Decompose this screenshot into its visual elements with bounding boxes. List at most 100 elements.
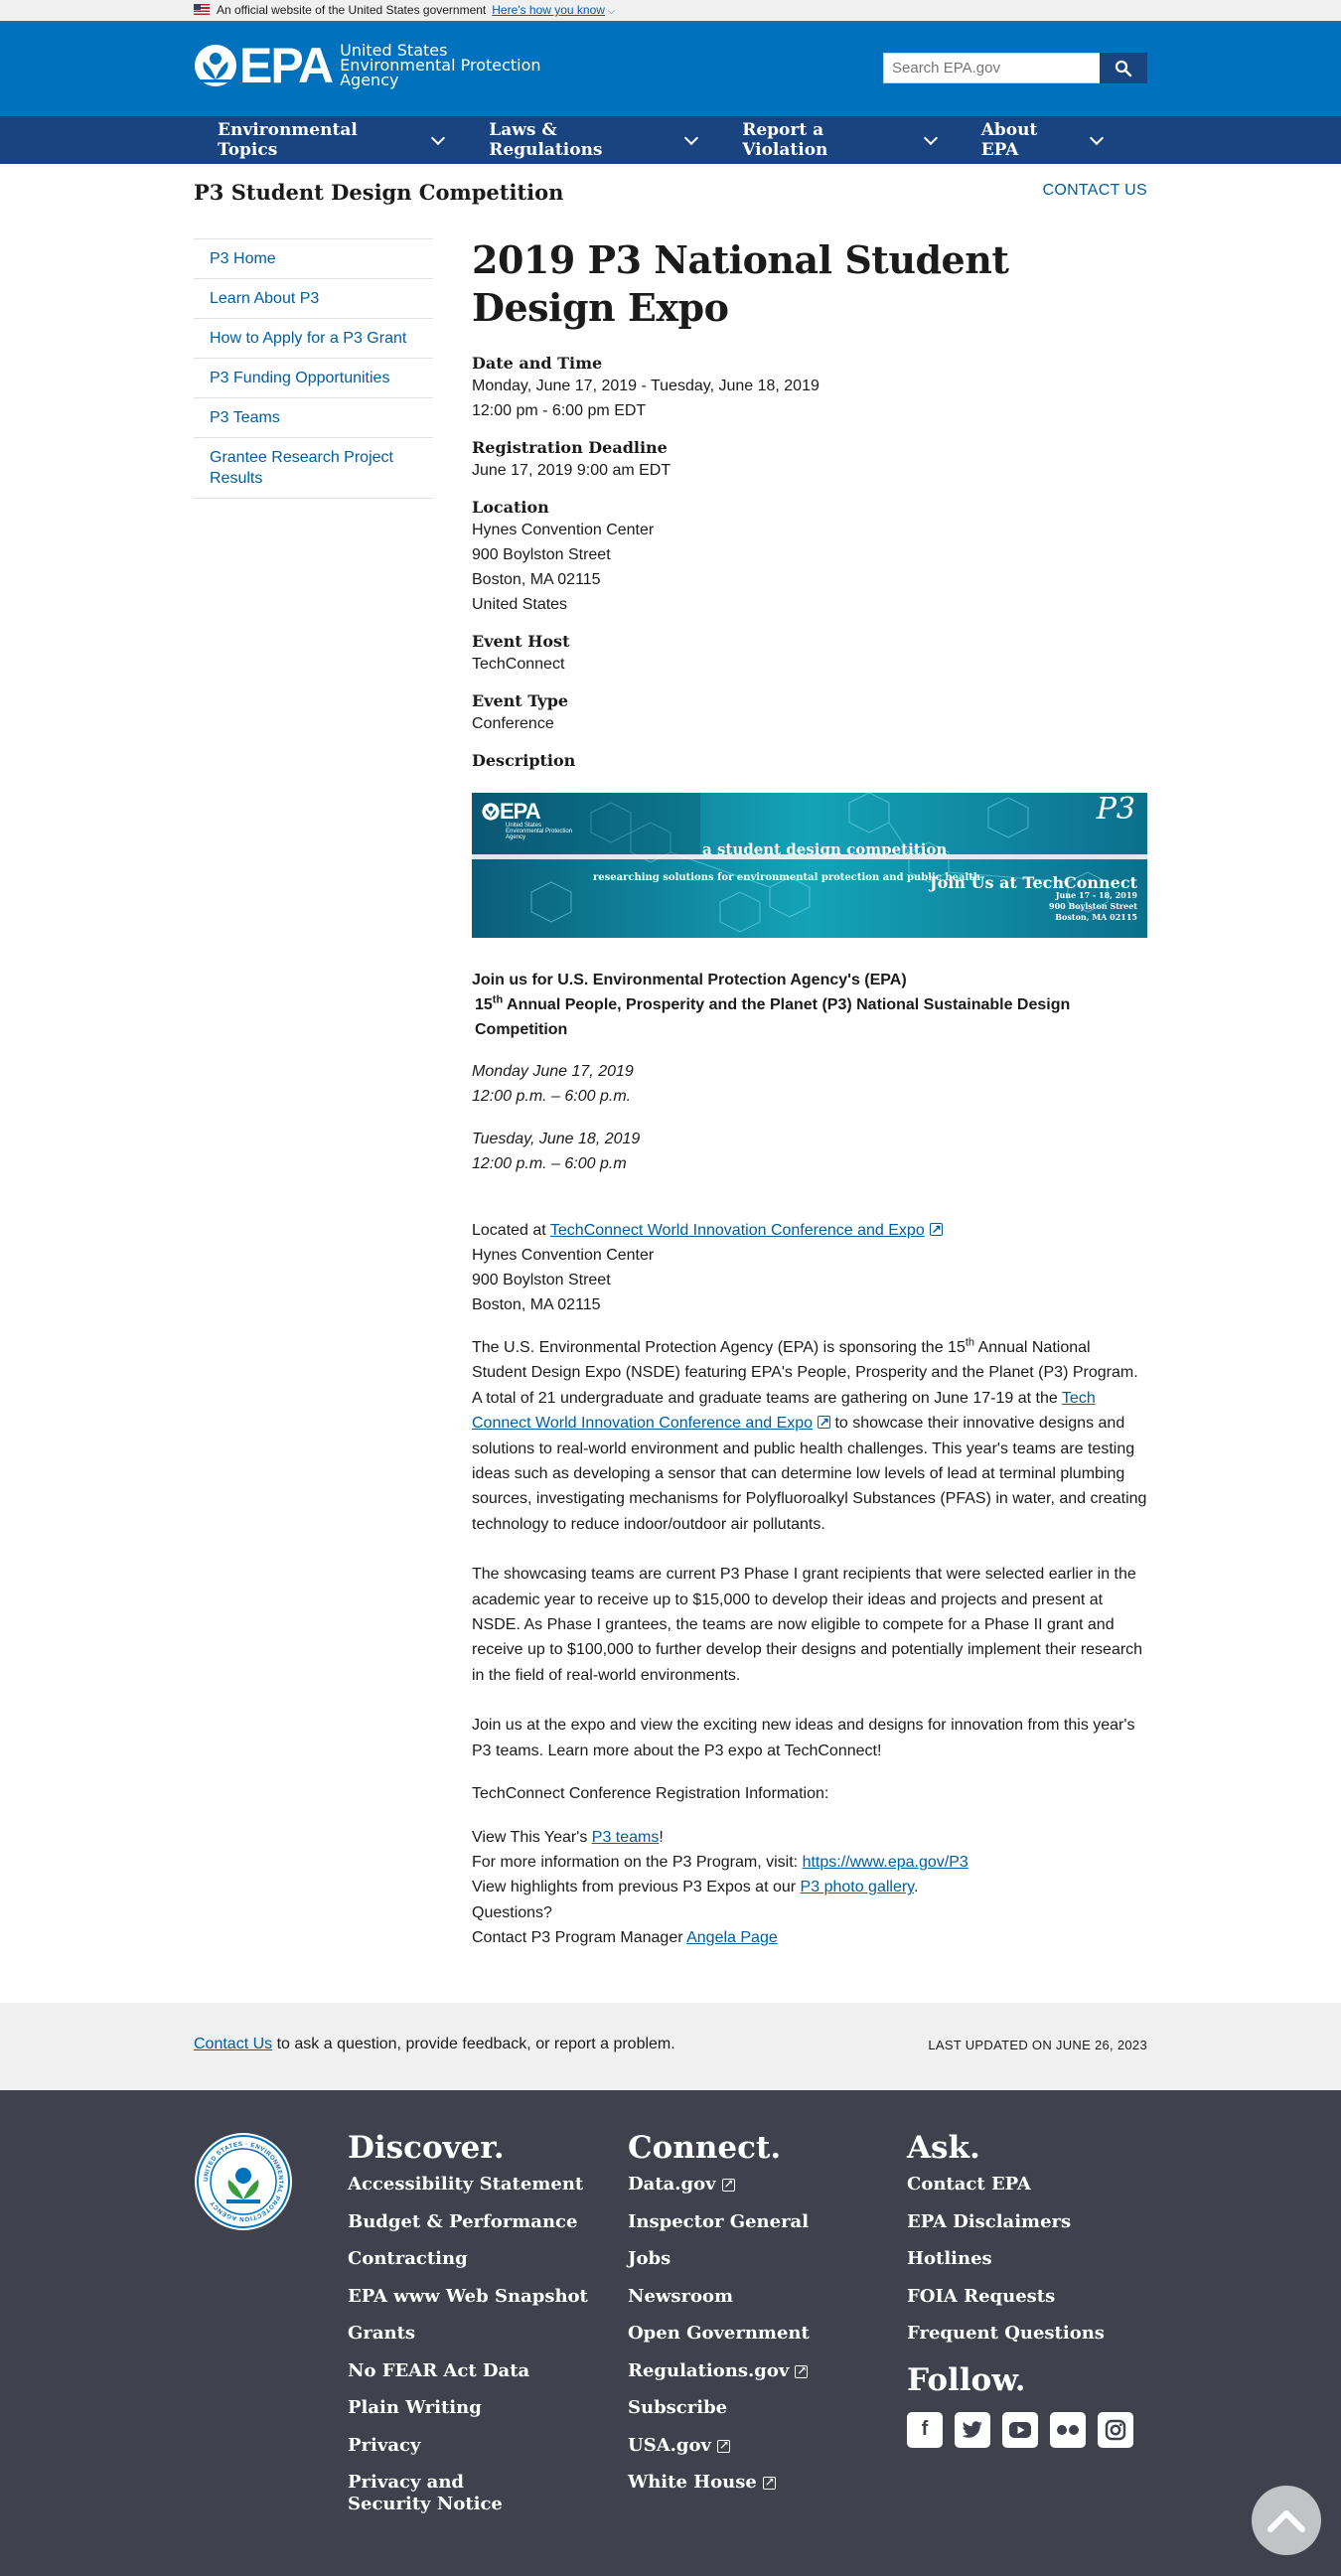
venue-line: Hynes Convention Center (472, 1247, 655, 1264)
link-suffix: ! (659, 1828, 664, 1846)
link-prefix: View This Year's (472, 1828, 592, 1846)
footer-link-white-house[interactable]: White House (628, 2471, 810, 2494)
footer-link-label: Hotlines (907, 2248, 992, 2269)
sidebar-item-p3-teams[interactable]: P3 Teams (194, 397, 433, 437)
footer-link-hotlines[interactable]: Hotlines (907, 2248, 1145, 2270)
sidebar-item-learn-about-p3[interactable]: Learn About P3 (194, 278, 433, 318)
epa-flower-icon (482, 802, 500, 821)
sidebar-item-funding-opportunities[interactable]: P3 Funding Opportunities (194, 358, 433, 397)
footer-link-budget[interactable]: Budget & Performance (348, 2211, 588, 2233)
footer-link-label: EPA www Web Snapshot (348, 2285, 588, 2307)
footer-link-faq[interactable]: Frequent Questions (907, 2323, 1145, 2345)
footer-link-datagov[interactable]: Data.gov (628, 2173, 810, 2196)
external-link-icon (818, 1410, 831, 1436)
footer-link-label: Subscribe (628, 2397, 728, 2418)
schedule-day1: Monday June 17, 2019 12:00 p.m. – 6:00 p… (472, 1059, 1147, 1109)
footer-link-contracting[interactable]: Contracting (348, 2248, 588, 2270)
host-label: Event Host (472, 632, 570, 651)
flickr-icon[interactable] (1050, 2411, 1086, 2448)
para-text: The U.S. Environmental Protection Agency… (472, 1339, 966, 1356)
registration-value: June 17, 2019 9:00 am EDT (472, 462, 671, 479)
program-manager-link[interactable]: Angela Page (686, 1929, 778, 1946)
footer-link-label: Budget & Performance (348, 2210, 578, 2232)
twitter-icon[interactable] (955, 2411, 990, 2448)
banner-logo-text: EPA (500, 799, 541, 824)
footer-link-label: Contact EPA (907, 2174, 1031, 2195)
discover-heading: Discover. (348, 2130, 505, 2166)
sidebar-nav: P3 Home Learn About P3 How to Apply for … (194, 238, 433, 499)
event-location: Location Hynes Convention Center 900 Boy… (472, 498, 1147, 617)
venue-line: Boston, MA 02115 (472, 1296, 601, 1313)
follow-heading: Follow. (907, 2361, 1026, 2398)
footer-link-subscribe[interactable]: Subscribe (628, 2397, 810, 2419)
footer-link-regulations[interactable]: Regulations.gov (628, 2359, 810, 2382)
footer-link-usagov[interactable]: USA.gov (628, 2434, 810, 2457)
footer-link-contact-epa[interactable]: Contact EPA (907, 2174, 1145, 2196)
p3-teams-link[interactable]: P3 teams (592, 1829, 660, 1846)
external-link-icon (762, 2471, 776, 2493)
day2-time: 12:00 p.m. – 6:00 p.m (472, 1155, 627, 1172)
footer-link-plain-writing[interactable]: Plain Writing (348, 2397, 588, 2419)
intro-line: Join us for U.S. Environmental Protectio… (472, 972, 907, 988)
footer-contact-link[interactable]: Contact Us (194, 2036, 272, 2052)
ask-heading: Ask. (907, 2130, 980, 2166)
instagram-icon[interactable] (1098, 2411, 1133, 2448)
footer-link-open-government[interactable]: Open Government (628, 2323, 810, 2345)
footer-discover: Discover. Accessibility Statement Budget… (348, 2128, 588, 2531)
paragraph-teams: The showcasing teams are current P3 Phas… (472, 1566, 1143, 1684)
sidebar-item-grantee-results[interactable]: Grantee Research Project Results (194, 437, 433, 499)
footer-link-disclaimers[interactable]: EPA Disclaimers (907, 2211, 1145, 2233)
para-text: to showcase their innovative designs and… (472, 1415, 1147, 1533)
photo-gallery-link[interactable]: P3 photo gallery (801, 1879, 914, 1895)
registration-label: Registration Deadline (472, 438, 668, 457)
p3-program-link[interactable]: https://www.epa.gov/P3 (803, 1854, 968, 1871)
footer-link-inspector-general[interactable]: Inspector General (628, 2211, 810, 2233)
banner-dates: June 17 - 18, 2019 (1055, 890, 1137, 900)
footer-link-label: Plain Writing (348, 2397, 482, 2418)
footer-link-grants[interactable]: Grants (348, 2323, 588, 2345)
intro-text: Join us for U.S. Environmental Protectio… (472, 968, 1147, 1042)
chevron-up-icon (1267, 2510, 1305, 2532)
facebook-icon[interactable]: f (907, 2411, 943, 2448)
event-date: Date and Time Monday, June 17, 2019 - Tu… (472, 354, 1147, 423)
footer-link-web-snapshot[interactable]: EPA www Web Snapshot (348, 2286, 588, 2308)
footer-link-no-fear[interactable]: No FEAR Act Data (348, 2360, 588, 2382)
external-link-icon (721, 2173, 735, 2195)
banner-street: 900 Boylston Street (1049, 901, 1137, 911)
date-label: Date and Time (472, 354, 603, 373)
links-list: View This Year's P3 teams! For more info… (472, 1825, 1147, 1951)
banner-p3-logo: P3 (1096, 793, 1135, 827)
footer-link-label: Inspector General (628, 2210, 810, 2232)
external-link-icon (929, 1217, 943, 1242)
location-label: Location (472, 498, 549, 517)
intro-line: Annual People, Prosperity and the Planet… (475, 996, 1071, 1038)
sidebar-item-p3-home[interactable]: P3 Home (194, 238, 433, 278)
footer-ask: Ask. Contact EPA EPA Disclaimers Hotline… (907, 2128, 1145, 2448)
external-link-icon (716, 2434, 730, 2456)
day2-date: Tuesday, June 18, 2019 (472, 1131, 641, 1147)
back-to-top-button[interactable] (1252, 2486, 1321, 2555)
footer-link-label: Contracting (348, 2248, 468, 2269)
intro-number: 15 (475, 996, 493, 1013)
footer-link-newsroom[interactable]: Newsroom (628, 2286, 810, 2308)
footer-link-label: FOIA Requests (907, 2285, 1056, 2307)
location-line: United States (472, 596, 568, 613)
paragraph-sponsorship: The U.S. Environmental Protection Agency… (472, 1335, 1147, 1537)
footer-link-jobs[interactable]: Jobs (628, 2248, 810, 2270)
footer-link-label: Regulations.gov (628, 2359, 790, 2381)
sidebar-item-how-to-apply[interactable]: How to Apply for a P3 Grant (194, 318, 433, 358)
date-value: Monday, June 17, 2019 - Tuesday, June 18… (472, 378, 820, 394)
footer-link-privacy[interactable]: Privacy (348, 2435, 588, 2457)
type-label: Event Type (472, 691, 569, 710)
footer-link-foia[interactable]: FOIA Requests (907, 2286, 1145, 2308)
footer-link-accessibility[interactable]: Accessibility Statement (348, 2174, 588, 2196)
footer-link-privacy-security[interactable]: Privacy and Security Notice (348, 2472, 546, 2515)
techconnect-link[interactable]: TechConnect World Innovation Conference … (550, 1222, 925, 1239)
banner-tagline: researching solutions for environmental … (593, 872, 981, 883)
footer-link-label: Open Government (628, 2323, 810, 2344)
footer-link-label: USA.gov (628, 2434, 711, 2456)
social-icons: f (907, 2411, 1145, 2448)
last-updated: LAST UPDATED ON JUNE 26, 2023 (928, 2038, 1147, 2052)
youtube-icon[interactable] (1002, 2411, 1038, 2448)
footer-link-label: Accessibility Statement (348, 2174, 584, 2195)
